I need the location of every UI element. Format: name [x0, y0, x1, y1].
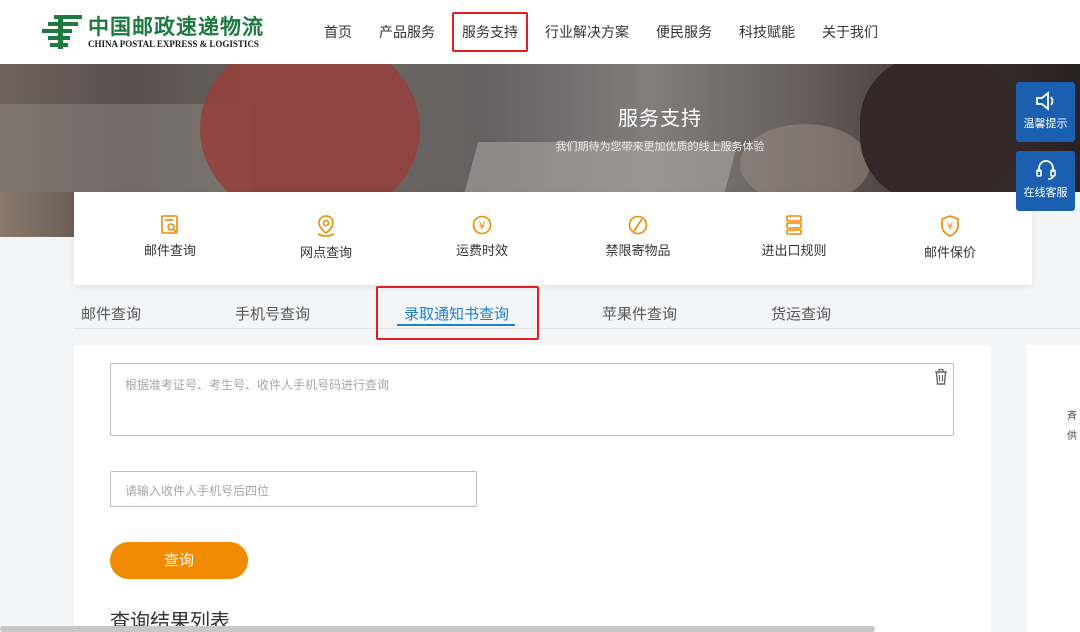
nav-about[interactable]: 关于我们 [822, 22, 878, 42]
highlight-box [376, 286, 539, 340]
service-label: 运费时效 [455, 244, 508, 259]
online-service-button[interactable]: 在线客服 [1016, 151, 1075, 211]
service-outlet-query[interactable]: 网点查询 [261, 192, 391, 261]
shield-yuan-icon: ¥ [941, 215, 959, 237]
nav-home[interactable]: 首页 [324, 22, 352, 42]
service-label: 禁限寄物品 [605, 244, 671, 259]
service-label: 进出口规则 [761, 244, 827, 259]
location-pin-icon [317, 215, 335, 237]
speaker-icon [1035, 91, 1053, 111]
query-button[interactable]: 查询 [110, 542, 248, 579]
logo-english-text: CHINA POSTAL EXPRESS & LOGISTICS [88, 38, 259, 49]
tracking-number-textarea[interactable]: 根据准考证号、考生号、收件人手机号码进行查询 [110, 363, 954, 436]
tab-mail-query[interactable]: 邮件查询 [81, 303, 141, 324]
banner-subtitle: 我们期待为您带来更加优质的线上服务体验 [555, 140, 765, 153]
right-panel-text: 斉 [1067, 411, 1077, 422]
mail-search-icon [161, 215, 178, 234]
service-label: 邮件查询 [143, 244, 196, 259]
textarea-placeholder: 根据准考证号、考生号、收件人手机号码进行查询 [125, 378, 390, 392]
service-prohibited-items[interactable]: 禁限寄物品 [573, 192, 703, 259]
right-side-panel: 斉 供 [1027, 345, 1080, 632]
svg-text:¥: ¥ [947, 222, 953, 233]
logo-chinese-text: 中国邮政速递物流 [88, 13, 264, 39]
headset-icon [1035, 160, 1056, 180]
right-panel-text: 供 [1067, 431, 1077, 442]
prohibited-icon [628, 215, 648, 235]
service-bar: 邮件查询 网点查询 ¥ 运费时效 禁限寄物品 进出口规则 ¥ 邮件保价 [74, 192, 1032, 285]
service-freight-time[interactable]: ¥ 运费时效 [417, 192, 547, 259]
nav-products[interactable]: 产品服务 [379, 22, 435, 42]
tab-phone-query[interactable]: 手机号查询 [235, 303, 310, 324]
phone-input-placeholder: 请输入收件人手机号后四位 [125, 484, 270, 498]
tab-freight-query[interactable]: 货运查询 [771, 303, 831, 324]
online-service-label: 在线客服 [1023, 186, 1068, 199]
tab-apple-parcel-query[interactable]: 苹果件查询 [602, 303, 677, 324]
service-import-export-rules[interactable]: 进出口规则 [729, 192, 859, 259]
page: 中国邮政速递物流 CHINA POSTAL EXPRESS & LOGISTIC… [0, 0, 1080, 632]
nav-service-support[interactable]: 服务支持 [452, 12, 528, 52]
notice-label: 温馨提示 [1023, 117, 1068, 130]
service-mail-query[interactable]: 邮件查询 [105, 192, 235, 259]
query-form-panel: 根据准考证号、考生号、收件人手机号码进行查询 请输入收件人手机号后四位 查询 查… [74, 345, 991, 632]
nav-technology[interactable]: 科技赋能 [739, 22, 795, 42]
rules-icon [786, 215, 802, 235]
svg-text:¥: ¥ [479, 220, 486, 233]
notice-button[interactable]: 温馨提示 [1016, 82, 1075, 142]
nav-convenience[interactable]: 便民服务 [656, 22, 712, 42]
site-logo[interactable]: 中国邮政速递物流 CHINA POSTAL EXPRESS & LOGISTIC… [40, 12, 264, 52]
service-label: 邮件保价 [923, 246, 976, 261]
service-label: 网点查询 [299, 246, 352, 261]
service-mail-insurance[interactable]: ¥ 邮件保价 [885, 192, 1015, 261]
main-nav: 首页 产品服务 服务支持 行业解决方案 便民服务 科技赋能 关于我们 [324, 0, 905, 64]
banner-title: 服务支持 [618, 106, 702, 130]
yuan-clock-icon: ¥ [472, 215, 492, 235]
banner-edge [0, 192, 74, 237]
china-post-logo-icon [40, 12, 84, 52]
horizontal-scrollbar[interactable] [0, 626, 875, 632]
hero-banner: 服务支持 我们期待为您带来更加优质的线上服务体验 [0, 64, 1080, 192]
trash-icon[interactable] [933, 368, 949, 390]
nav-industry-solutions[interactable]: 行业解决方案 [545, 22, 629, 42]
query-tabs: 邮件查询 手机号查询 录取通知书查询 苹果件查询 货运查询 [74, 285, 1080, 329]
site-header: 中国邮政速递物流 CHINA POSTAL EXPRESS & LOGISTIC… [0, 0, 1080, 64]
phone-last-four-input[interactable]: 请输入收件人手机号后四位 [110, 471, 477, 507]
